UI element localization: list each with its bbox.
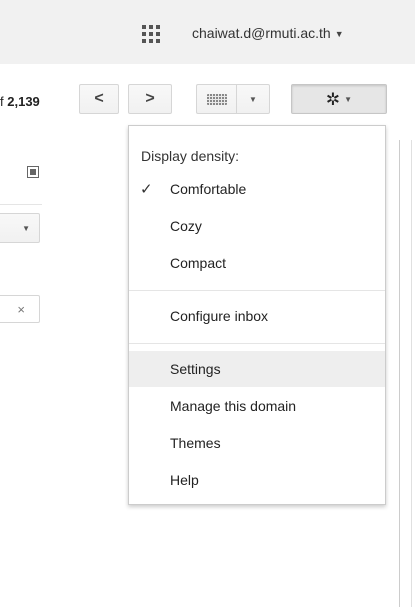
menu-item-settings[interactable]: Settings (129, 351, 385, 387)
chevron-right-icon: > (145, 90, 155, 107)
menu-item-compact[interactable]: Compact (129, 245, 385, 281)
close-icon: × (17, 301, 25, 317)
chevron-down-icon: ▼ (344, 94, 353, 104)
older-button[interactable]: > (128, 84, 172, 114)
menu-divider (129, 290, 385, 291)
input-tools-button[interactable] (196, 84, 236, 114)
gear-icon: ✲ (325, 89, 341, 109)
settings-button[interactable]: ✲ ▼ (291, 84, 387, 114)
message-count: f 2,139 (0, 94, 40, 109)
chevron-down-icon: ▼ (249, 94, 257, 104)
keyboard-icon (206, 93, 227, 105)
menu-item-help[interactable]: Help (129, 462, 385, 498)
menu-item-manage-domain[interactable]: Manage this domain (129, 388, 385, 424)
chevron-down-icon: ▼ (22, 223, 30, 233)
menu-divider (129, 343, 385, 344)
chevron-down-icon: ▼ (334, 29, 344, 40)
divider (411, 140, 412, 607)
clear-button[interactable]: × (0, 295, 40, 323)
menu-item-cozy[interactable]: Cozy (129, 208, 385, 244)
total-count: 2,139 (7, 94, 40, 109)
divider (399, 140, 400, 607)
menu-item-themes[interactable]: Themes (129, 425, 385, 461)
newer-button[interactable]: < (79, 84, 119, 114)
input-tools-dropdown[interactable]: ▼ (236, 84, 270, 114)
checkmark-icon: ✓ (140, 181, 153, 198)
menu-item-configure-inbox[interactable]: Configure inbox (129, 298, 385, 334)
chevron-left-icon: < (94, 90, 104, 107)
account-menu[interactable]: chaiwat.d@rmuti.ac.th ▼ (192, 25, 344, 41)
display-density-heading: Display density: (141, 148, 240, 164)
account-email: chaiwat.d@rmuti.ac.th (192, 25, 331, 41)
popout-icon[interactable] (27, 166, 39, 178)
partial-dropdown[interactable]: ▼ (0, 213, 40, 243)
menu-item-comfortable[interactable]: ✓ Comfortable (129, 171, 385, 207)
top-bar: chaiwat.d@rmuti.ac.th ▼ (0, 0, 415, 64)
divider (0, 204, 42, 205)
settings-menu: Display density: ✓ Comfortable Cozy Comp… (128, 125, 386, 505)
apps-grid-icon[interactable] (142, 25, 162, 45)
